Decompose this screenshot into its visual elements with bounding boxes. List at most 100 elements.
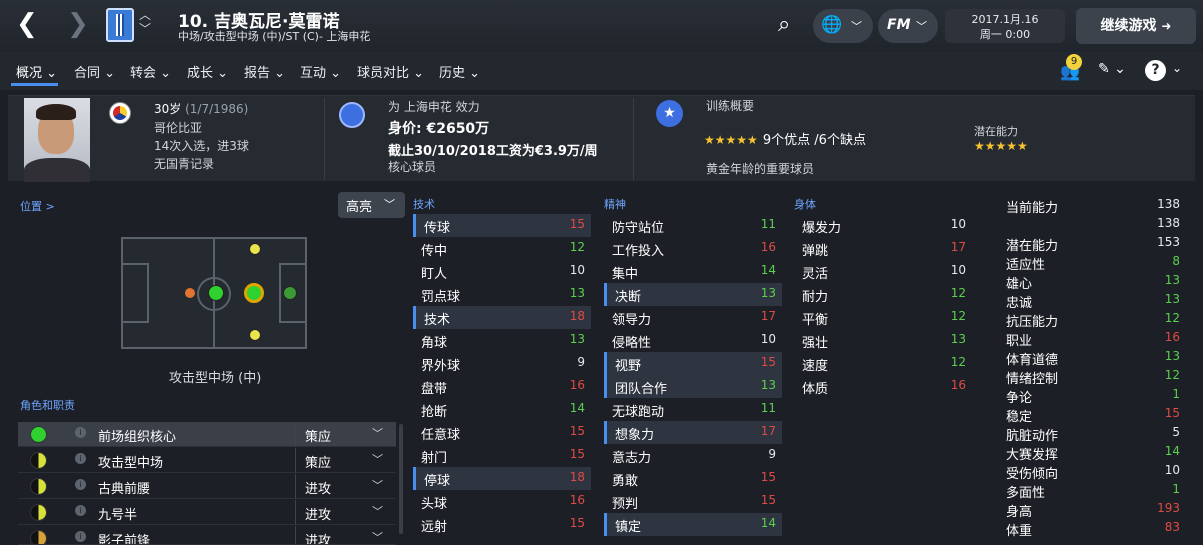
attribute-row: 侵略性 10 [604, 329, 782, 352]
hidden-attribute-row: 适应性 8 [1000, 253, 1190, 273]
club-line: 为 上海申花 效力 [388, 100, 480, 114]
attribute-row: 想象力 17 [604, 421, 782, 444]
attribute-value: 13 [569, 286, 585, 300]
attribute-name: 想象力 [615, 428, 655, 443]
globe-menu-button[interactable]: 🌐 ﹀ [813, 9, 873, 43]
hidden-attribute-value: 8 [1172, 254, 1180, 268]
hidden-attribute-name: 适应性 [1006, 258, 1046, 273]
attribute-name: 盘带 [421, 382, 448, 397]
tab-overview[interactable]: 概况 ⌄ [16, 62, 57, 81]
attribute-value: 10 [950, 263, 966, 277]
hidden-attribute-value: 1 [1172, 482, 1180, 496]
role-row[interactable]: i 前场组织核心 策应 ﹀ [18, 422, 396, 447]
attribute-name: 头球 [421, 497, 448, 512]
attribute-value: 10 [760, 332, 776, 346]
roles-label: 角色和职责 [20, 399, 75, 412]
hidden-attribute-value: 13 [1164, 349, 1180, 363]
player-switch-icon[interactable]: ︿ ﹀ [139, 8, 151, 36]
duty-label: 进攻 [305, 482, 332, 497]
hidden-attribute-value: 138 [1157, 216, 1180, 230]
age-text: 30岁 [154, 102, 182, 116]
duty-dropdown[interactable]: 进攻 ﹀ [295, 500, 395, 525]
attribute-value: 15 [760, 493, 776, 507]
attribute-value: 10 [569, 263, 585, 277]
back-arrow-icon[interactable]: ❮ [16, 11, 38, 37]
hidden-attribute-value: 13 [1164, 292, 1180, 306]
tab-compare[interactable]: 球员对比 ⌄ [357, 62, 424, 81]
attribute-value: 11 [760, 401, 776, 415]
info-icon[interactable]: i [75, 531, 86, 542]
hidden-attribute-name: 受伤倾向 [1006, 467, 1059, 482]
info-icon[interactable]: i [75, 479, 86, 490]
role-name: 九号半 [98, 508, 138, 523]
attribute-name: 预判 [612, 497, 639, 512]
tab-transfer[interactable]: 转会 ⌄ [130, 62, 171, 81]
edit-menu-icon[interactable]: ✎ ⌄ [1098, 61, 1126, 77]
attribute-value: 13 [760, 378, 776, 392]
tab-history[interactable]: 历史 ⌄ [439, 62, 480, 81]
fm-menu-button[interactable]: FM ﹀ [878, 9, 938, 43]
attribute-value: 9 [577, 355, 585, 369]
attribute-row: 视野 15 [604, 352, 782, 375]
duty-dropdown[interactable]: 策应 ﹀ [295, 448, 395, 473]
attribute-name: 角球 [421, 336, 448, 351]
continue-game-button[interactable]: 继续游戏 ➜ [1076, 8, 1196, 44]
attribute-name: 灵活 [802, 267, 829, 282]
attribute-name: 传球 [424, 221, 451, 236]
search-icon[interactable]: ⌕ [778, 12, 790, 37]
duty-dropdown[interactable]: 策应 ﹀ [295, 422, 395, 447]
role-row[interactable]: i 九号半 进攻 ﹀ [18, 500, 396, 525]
highlight-dropdown[interactable]: 高亮 ﹀ [338, 192, 405, 218]
attribute-row: 停球 18 [413, 467, 591, 490]
hidden-attribute-row: 稳定 15 [1000, 405, 1190, 425]
attribute-value: 11 [760, 217, 776, 231]
help-icon[interactable]: ? [1145, 60, 1166, 81]
tab-contract[interactable]: 合同 ⌄ [74, 62, 115, 81]
hidden-attribute-value: 1 [1172, 387, 1180, 401]
hidden-attribute-row: 当前能力 138 [1000, 196, 1190, 216]
tab-interaction[interactable]: 互动 ⌄ [300, 62, 341, 81]
attribute-value: 14 [569, 401, 585, 415]
chevron-down-icon: ﹀ [916, 20, 927, 33]
training-summary: 9个优点 /6个缺点 [762, 133, 866, 148]
attribute-row: 盘带 16 [413, 375, 591, 398]
physical-header: 身体 [794, 198, 816, 211]
duty-dropdown[interactable]: 进攻 ﹀ [295, 526, 395, 544]
attribute-row: 意志力 9 [604, 444, 782, 467]
attribute-value: 17 [950, 240, 966, 254]
tab-reports[interactable]: 报告 ⌄ [244, 62, 285, 81]
player-photo [24, 98, 90, 182]
attribute-name: 侵略性 [612, 336, 652, 351]
hidden-attribute-row: 体重 83 [1000, 519, 1190, 539]
attribute-value: 15 [569, 217, 585, 231]
attribute-row: 盯人 10 [413, 260, 591, 283]
info-icon[interactable]: i [75, 505, 86, 516]
attribute-value: 15 [569, 516, 585, 530]
club-badge-icon [339, 102, 365, 128]
hidden-attribute-name: 体重 [1006, 524, 1033, 539]
roles-scrollbar[interactable] [399, 424, 403, 534]
chevron-down-icon[interactable]: ⌄ [1172, 61, 1182, 75]
role-row[interactable]: i 影子前锋 进攻 ﹀ [18, 526, 396, 545]
attribute-row: 耐力 12 [794, 283, 972, 306]
attribute-row: 传球 15 [413, 214, 591, 237]
duty-dropdown[interactable]: 进攻 ﹀ [295, 474, 395, 499]
attribute-row: 界外球 9 [413, 352, 591, 375]
colombia-flag-icon [109, 102, 131, 124]
forward-arrow-icon[interactable]: ❯ [67, 11, 89, 37]
role-row[interactable]: i 攻击型中场 策应 ﹀ [18, 448, 396, 473]
position-link[interactable]: 位置 > [20, 198, 55, 214]
attribute-row: 灵活 10 [794, 260, 972, 283]
tab-development[interactable]: 成长 ⌄ [187, 62, 228, 81]
attribute-value: 12 [569, 240, 585, 254]
hidden-attribute-name: 潜在能力 [1006, 239, 1059, 254]
attribute-name: 镇定 [615, 520, 642, 535]
attribute-row: 防守站位 11 [604, 214, 782, 237]
info-icon[interactable]: i [75, 453, 86, 464]
role-suitability-icon [30, 504, 47, 521]
age-line: 30岁 (1/7/1986) [154, 100, 248, 117]
info-icon[interactable]: i [75, 427, 86, 438]
role-row[interactable]: i 古典前腰 进攻 ﹀ [18, 474, 396, 499]
time-text: 周一 0:00 [979, 28, 1031, 41]
hidden-attribute-value: 12 [1164, 311, 1180, 325]
